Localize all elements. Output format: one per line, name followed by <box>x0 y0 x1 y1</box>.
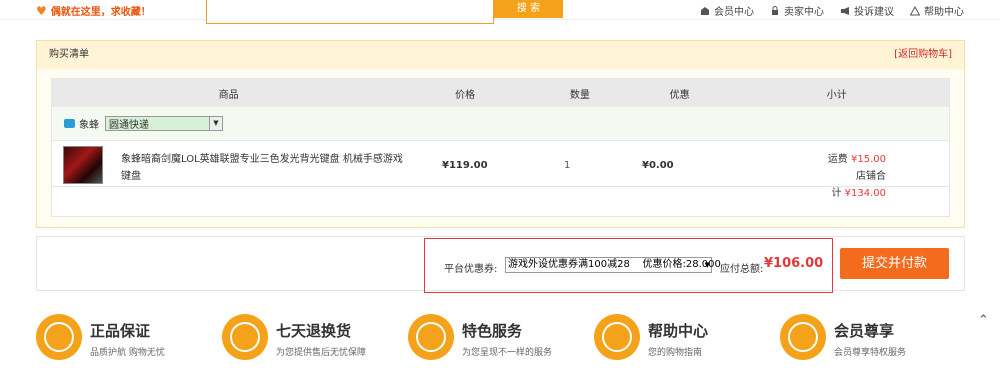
product-quantity: 1 <box>564 160 571 171</box>
service-title: 特色服务 <box>462 322 523 340</box>
help-center-link[interactable]: 帮助中心 <box>910 3 964 18</box>
coupon-value: 游戏外设优惠券满100减28 优惠价格:28.000 <box>508 259 721 270</box>
member-center-label: 会员中心 <box>714 7 754 18</box>
service-genuine[interactable]: 正品保证品质护航 购物无忧 <box>36 314 165 360</box>
back-to-top-icon[interactable]: ⌃ <box>978 313 989 328</box>
col-subtotal: 小计 <box>826 89 847 101</box>
service-help[interactable]: 帮助中心您的购物指南 <box>594 314 708 360</box>
service-title: 正品保证 <box>90 322 151 340</box>
shipping-fee-value: ¥15.00 <box>851 154 886 165</box>
col-product: 商品 <box>218 89 239 101</box>
total-payable-label: 应付总额: <box>720 264 764 275</box>
product-thumbnail[interactable] <box>63 146 103 184</box>
genuine-icon <box>36 314 82 360</box>
service-title: 会员尊享 <box>834 322 895 340</box>
service-title: 帮助中心 <box>648 322 709 340</box>
favorite-prompt[interactable]: ♥ 偶就在这里，求收藏！ <box>36 3 151 19</box>
product-subtotal: 运费 ¥15.00 店铺合计 ¥134.00 <box>804 151 886 202</box>
chevron-down-icon: ▼ <box>209 117 222 130</box>
coupon-label: 平台优惠券: <box>444 264 498 275</box>
shipping-select[interactable]: 圆通快递 ▼ <box>105 116 223 131</box>
warning-icon <box>910 5 920 15</box>
service-subtitle: 品质护航 购物无忧 <box>90 348 165 358</box>
purchase-list-header: 购买清单 [返回购物车] <box>37 41 964 69</box>
product-discount: ¥0.00 <box>642 160 674 171</box>
top-links: 会员中心 卖家中心 投诉建议 帮助中心 <box>700 3 964 18</box>
shipping-value: 圆通快递 <box>109 120 149 131</box>
chevron-down-icon: ▼ <box>704 261 710 269</box>
order-table: 商品 价格 数量 优惠 小计 象蜂 圆通快递 ▼ 象蜂暗裔剑魔LOL英雄联盟专业… <box>51 78 950 217</box>
member-center-link[interactable]: 会员中心 <box>700 3 754 18</box>
megaphone-icon <box>841 6 849 15</box>
feature-icon <box>408 314 454 360</box>
service-title: 七天退换货 <box>276 322 352 340</box>
back-to-cart-link[interactable]: [返回购物车] <box>894 41 952 69</box>
purchase-list-panel: 购买清单 [返回购物车] 商品 价格 数量 优惠 小计 象蜂 圆通快递 ▼ 象蜂… <box>36 40 965 228</box>
col-discount: 优惠 <box>669 89 690 101</box>
product-name[interactable]: 象蜂暗裔剑魔LOL英雄联盟专业三色发光背光键盘 机械手感游戏键盘 <box>121 151 406 185</box>
member-icon <box>701 6 709 15</box>
service-feature[interactable]: 特色服务为您呈现不一样的服务 <box>408 314 552 360</box>
search-input[interactable] <box>206 0 494 24</box>
service-return[interactable]: 七天退换货为您提供售后无忧保障 <box>222 314 366 360</box>
coupon-select[interactable]: 游戏外设优惠券满100减28 优惠价格:28.000 ▼ <box>505 257 721 273</box>
member-icon <box>780 314 826 360</box>
help-center-label: 帮助中心 <box>924 7 964 18</box>
search-button[interactable]: 搜 索 <box>494 0 563 18</box>
table-row: 象蜂暗裔剑魔LOL英雄联盟专业三色发光背光键盘 机械手感游戏键盘 ¥119.00… <box>52 141 949 199</box>
service-subtitle: 您的购物指南 <box>648 348 703 358</box>
seller-center-link[interactable]: 卖家中心 <box>770 3 824 18</box>
submit-pay-button[interactable]: 提交并付款 <box>840 248 949 279</box>
purchase-list-title: 购买清单 <box>49 49 89 60</box>
shipping-fee-label: 运费 <box>827 154 848 165</box>
service-subtitle: 为您提供售后无忧保障 <box>276 348 367 358</box>
total-payable-amount: ¥106.00 <box>764 256 824 271</box>
help-icon <box>594 314 640 360</box>
complaint-link[interactable]: 投诉建议 <box>840 3 894 18</box>
service-member[interactable]: 会员尊享会员尊享特权服务 <box>780 314 906 360</box>
return-icon <box>222 314 268 360</box>
lock-icon <box>772 5 778 15</box>
product-price: ¥119.00 <box>442 160 488 171</box>
col-price: 价格 <box>455 89 476 101</box>
favorite-text: 偶就在这里，求收藏！ <box>50 7 151 18</box>
service-subtitle: 为您呈现不一样的服务 <box>462 348 553 358</box>
store-total-value: ¥134.00 <box>844 188 886 199</box>
table-header: 商品 价格 数量 优惠 小计 <box>52 79 949 107</box>
heart-icon: ♥ <box>36 3 47 18</box>
complaint-label: 投诉建议 <box>854 7 894 18</box>
col-quantity: 数量 <box>569 89 590 101</box>
store-icon <box>64 119 75 128</box>
service-subtitle: 会员尊享特权服务 <box>834 348 907 358</box>
store-row: 象蜂 圆通快递 ▼ <box>52 107 949 141</box>
store-name[interactable]: 象蜂 <box>79 116 99 131</box>
seller-center-label: 卖家中心 <box>784 7 824 18</box>
